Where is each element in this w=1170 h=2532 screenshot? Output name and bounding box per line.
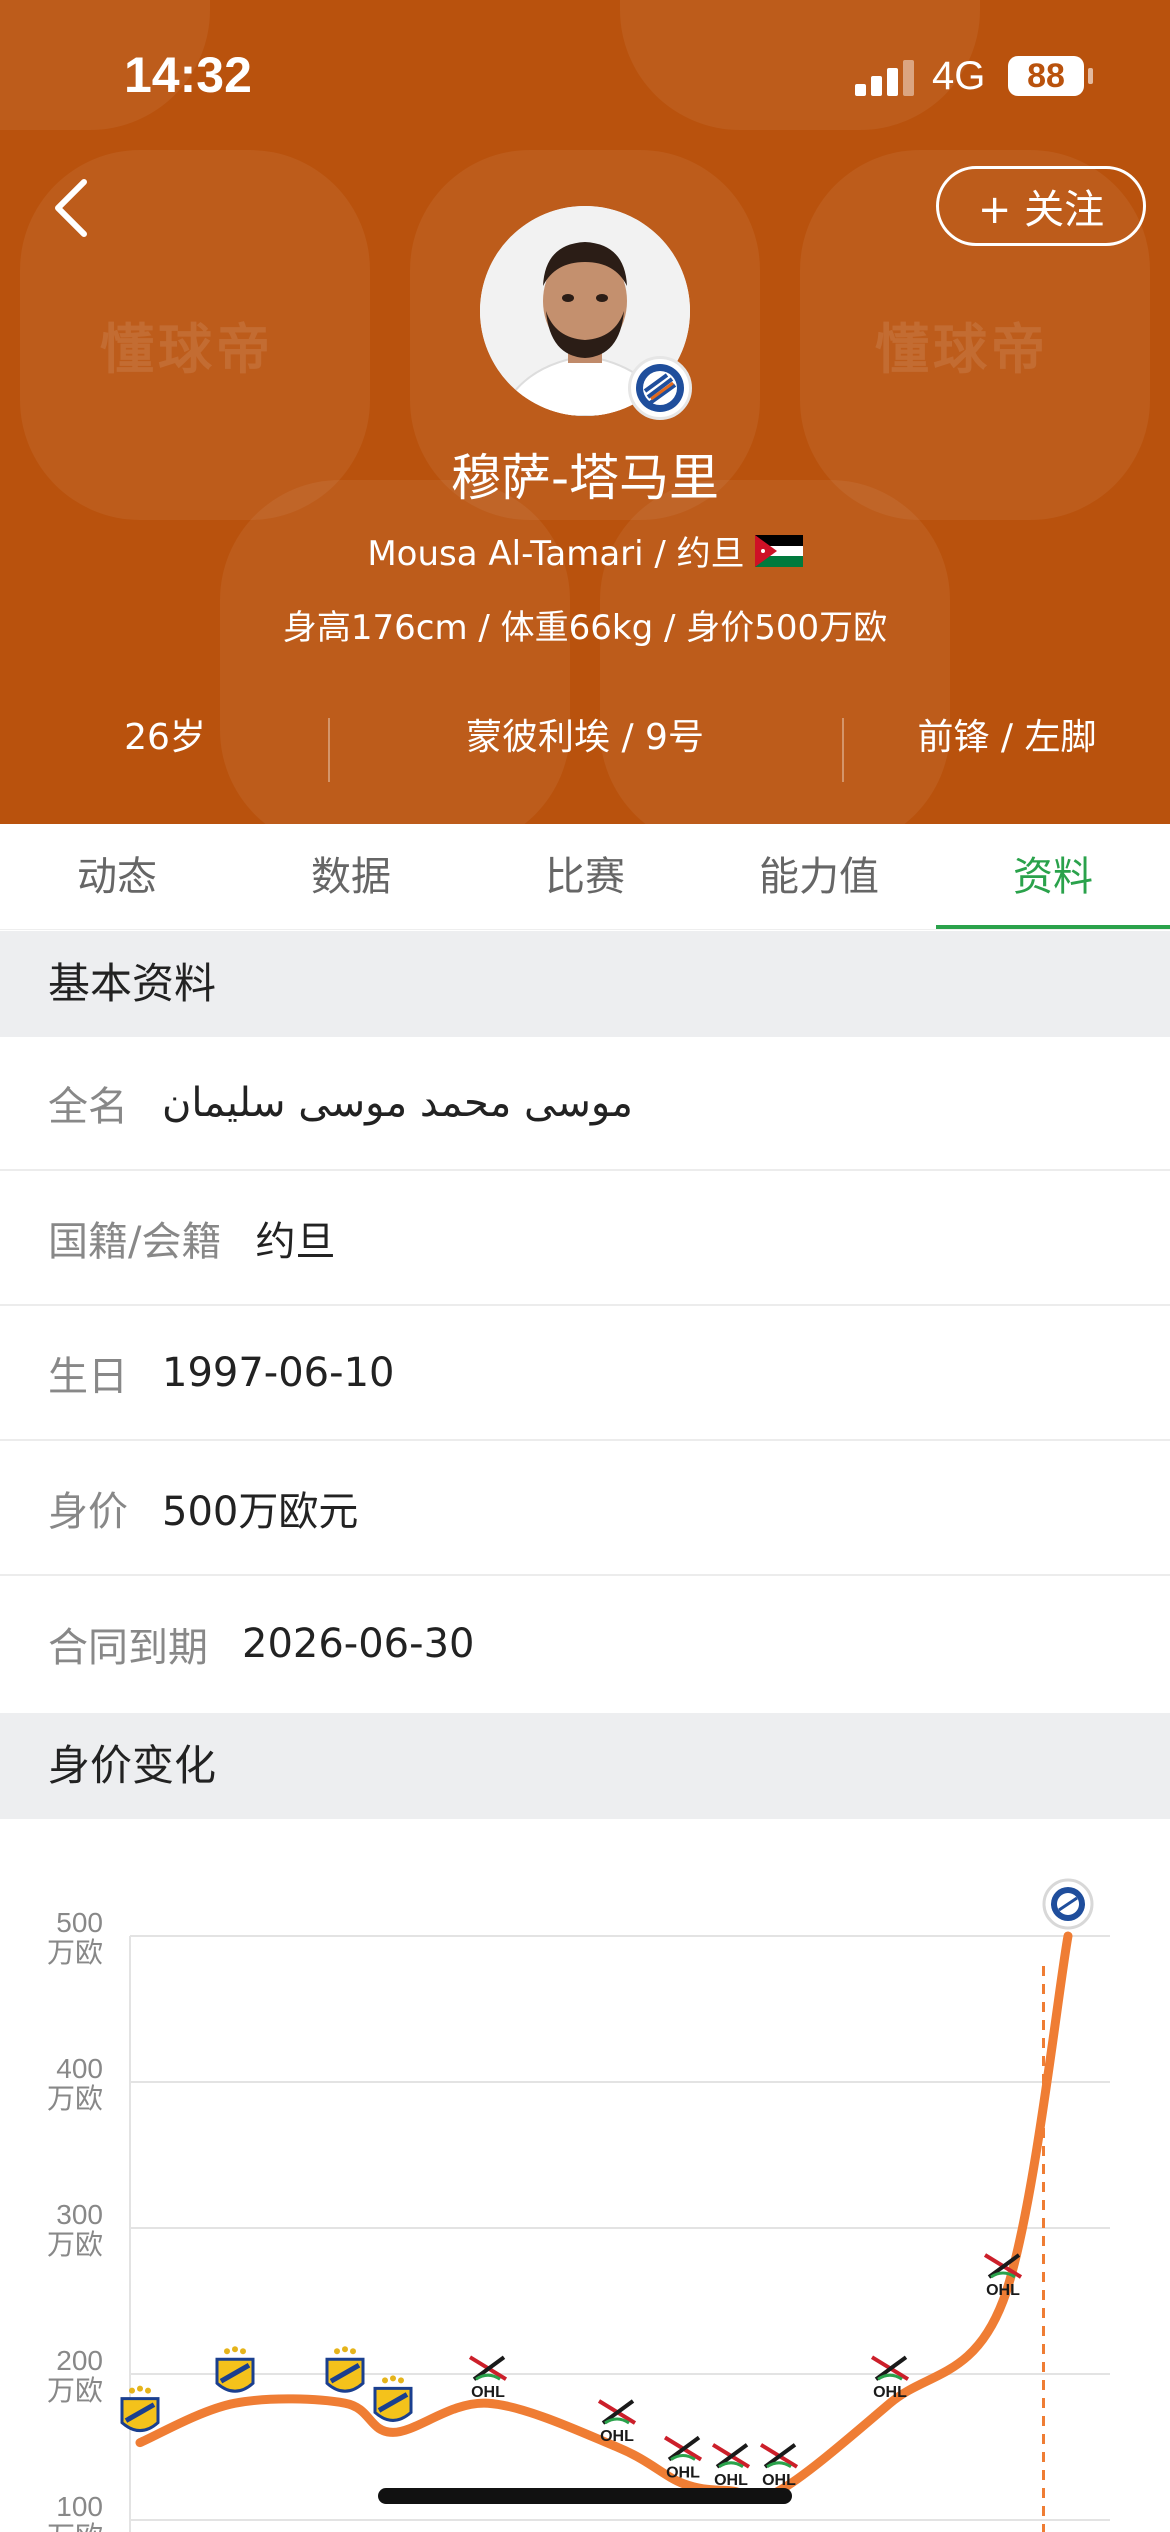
y-tick-unit: 万欧 <box>47 2082 103 2115</box>
y-tick-label: 300 <box>56 2199 103 2230</box>
detail-value: موسى محمد موسى سليمان <box>162 1080 633 1126</box>
player-name-nationality: Mousa Al-Tamari / 约旦 <box>367 534 745 574</box>
detail-label: 生日 <box>48 1354 128 1400</box>
player-header: 懂球帝 懂球帝 14:32 4G 88 + 关注 穆萨-塔马里 Mousa Al… <box>0 0 1170 824</box>
value-chart-svg: 500万欧400万欧300万欧200万欧100万欧 OHL OHL OHL <box>47 1878 1110 2532</box>
tab-news[interactable]: 动态 <box>0 824 234 929</box>
battery-icon: 88 <box>1008 56 1084 96</box>
watermark-left: 懂球帝 <box>100 318 274 381</box>
tab-ability[interactable]: 能力值 <box>702 824 936 929</box>
y-tick-unit: 万欧 <box>47 2374 103 2407</box>
data-point-apoel-badge[interactable] <box>325 2346 365 2393</box>
y-tick-label: 100 <box>56 2491 103 2522</box>
svg-text:OHL: OHL <box>666 2465 700 2482</box>
follow-label: + 关注 <box>977 187 1105 233</box>
player-club-number[interactable]: 蒙彼利埃 / 9号 <box>330 700 840 790</box>
detail-value: 1997-06-10 <box>162 1350 395 1396</box>
svg-text:OHL: OHL <box>714 2472 748 2489</box>
detail-value: 2026-06-30 <box>242 1621 475 1667</box>
tab-stats[interactable]: 数据 <box>234 824 468 929</box>
data-point-ohl-badge[interactable]: OHL <box>597 2399 637 2445</box>
home-indicator <box>378 2488 792 2504</box>
section-header-value-history: 身价变化 <box>0 1713 1170 1819</box>
player-position-foot: 前锋 / 左脚 <box>917 717 1097 758</box>
svg-text:OHL: OHL <box>600 2428 634 2445</box>
signal-icon <box>855 60 915 96</box>
back-button[interactable] <box>44 168 104 248</box>
detail-label: 身价 <box>48 1489 128 1535</box>
data-point-montpellier-badge[interactable] <box>1042 1878 1094 1930</box>
value-history-chart: 500万欧400万欧300万欧200万欧100万欧 OHL OHL OHL <box>0 1820 1170 2532</box>
y-tick-unit: 万欧 <box>47 1936 103 1969</box>
detail-value: 约旦 <box>255 1219 336 1265</box>
data-point-ohl-badge[interactable]: OHL <box>759 2443 799 2489</box>
player-subtitle: Mousa Al-Tamari / 约旦 <box>0 526 1170 575</box>
chevron-left-icon <box>55 179 87 237</box>
player-info-row: 26岁 蒙彼利埃 / 9号 前锋 / 左脚 <box>0 700 1170 790</box>
y-tick-unit: 万欧 <box>47 2228 103 2261</box>
data-point-ohl-badge[interactable]: OHL <box>663 2435 703 2482</box>
data-point-ohl-badge[interactable]: OHL <box>468 2355 508 2401</box>
data-point-apoel-badge[interactable] <box>215 2346 255 2393</box>
player-physical-stats: 身高176cm / 体重66kg / 身价500万欧 <box>282 608 888 648</box>
jordan-flag-icon <box>754 534 803 567</box>
battery-tip <box>1088 68 1093 84</box>
y-tick-label: 200 <box>56 2345 103 2376</box>
svg-text:OHL: OHL <box>986 2282 1020 2299</box>
y-tick-label: 500 <box>56 1907 103 1938</box>
detail-row-market-value: 身价 500万欧元 <box>0 1442 1170 1576</box>
player-age: 26岁 <box>124 717 206 758</box>
tab-matches[interactable]: 比赛 <box>468 824 702 929</box>
detail-label: 合同到期 <box>48 1625 208 1671</box>
profile-tabs: 动态 数据 比赛 能力值 资料 <box>0 824 1170 930</box>
section-header-basic-info: 基本资料 <box>0 931 1170 1037</box>
tab-profile[interactable]: 资料 <box>936 824 1170 929</box>
club-badge-icon <box>628 356 692 420</box>
y-tick-label: 400 <box>56 2053 103 2084</box>
detail-label: 国籍/会籍 <box>48 1219 222 1265</box>
data-point-apoel-badge[interactable] <box>120 2385 160 2433</box>
detail-row-fullname: 全名 موسى محمد موسى سليمان <box>0 1037 1170 1171</box>
detail-row-nationality: 国籍/会籍 约旦 <box>0 1172 1170 1306</box>
network-type: 4G <box>932 54 986 98</box>
watermark-right: 懂球帝 <box>875 318 1049 381</box>
svg-text:OHL: OHL <box>762 2472 796 2489</box>
svg-text:OHL: OHL <box>873 2384 907 2401</box>
status-bar: 14:32 4G 88 <box>0 0 1170 150</box>
svg-text:OHL: OHL <box>471 2384 505 2401</box>
follow-button[interactable]: + 关注 <box>936 166 1146 246</box>
detail-label: 全名 <box>48 1084 128 1130</box>
detail-row-contract-end: 合同到期 2026-06-30 <box>0 1577 1170 1711</box>
data-point-ohl-badge[interactable]: OHL <box>711 2443 751 2489</box>
y-tick-unit: 万欧 <box>47 2520 103 2532</box>
player-name: 穆萨-塔马里 <box>450 449 720 507</box>
detail-value: 500万欧元 <box>162 1489 359 1535</box>
detail-row-birthday: 生日 1997-06-10 <box>0 1307 1170 1441</box>
data-point-apoel-badge[interactable] <box>373 2375 413 2422</box>
status-time: 14:32 <box>124 47 252 103</box>
value-series-line <box>135 1931 1073 2503</box>
data-point-ohl-badge[interactable]: OHL <box>870 2355 910 2401</box>
